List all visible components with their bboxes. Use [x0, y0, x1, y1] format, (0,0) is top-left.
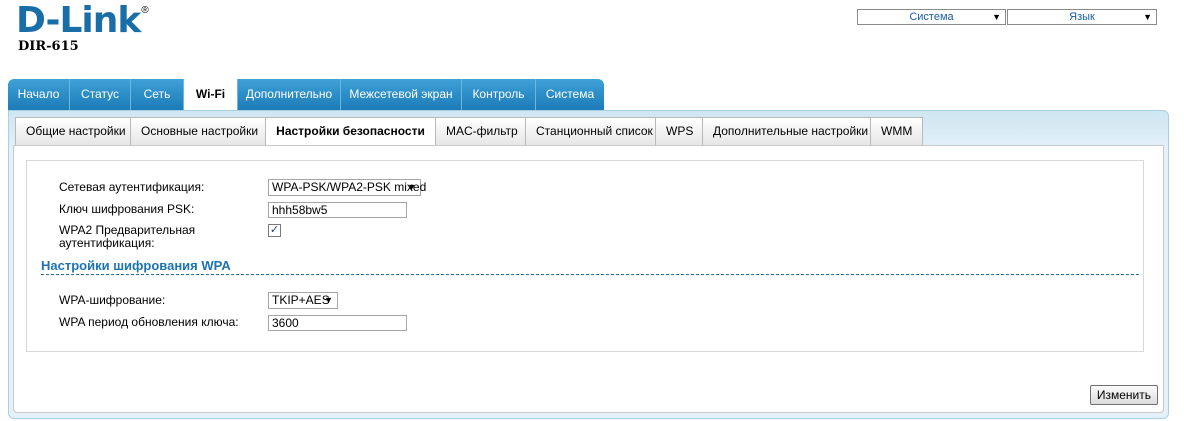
- logo-registered-mark: ®: [141, 5, 149, 16]
- tab-wps[interactable]: WPS: [655, 117, 703, 145]
- tab-security-settings[interactable]: Настройки безопасности: [265, 117, 436, 147]
- nav-item-wifi[interactable]: Wi-Fi: [184, 79, 238, 112]
- settings-panel: Общие настройки Основные настройки Настр…: [8, 110, 1169, 419]
- change-button[interactable]: Изменить: [1089, 385, 1158, 405]
- nav-item-status[interactable]: Статус: [70, 79, 131, 110]
- tab-advanced-settings[interactable]: Дополнительные настройки: [702, 117, 871, 145]
- tab-wmm[interactable]: WMM: [870, 117, 923, 145]
- chevron-down-icon: ▼: [407, 182, 416, 192]
- wifi-subtabs: Общие настройки Основные настройки Настр…: [15, 117, 923, 147]
- checkmark-icon: ✓: [269, 224, 280, 236]
- nav-item-advanced[interactable]: Дополнительно: [238, 79, 341, 110]
- tab-station-list[interactable]: Станционный список: [525, 117, 656, 145]
- nav-item-system[interactable]: Система: [536, 79, 604, 110]
- wpa-encryption-value: TKIP+AES: [272, 293, 330, 307]
- rekey-label: WPA период обновления ключа:: [59, 315, 239, 329]
- tab-mac-filter[interactable]: MAC-фильтр: [435, 117, 526, 145]
- device-model: DIR-615: [18, 39, 79, 54]
- auth-label: Сетевая аутентификация:: [59, 180, 205, 194]
- psk-input[interactable]: [268, 202, 407, 218]
- language-select[interactable]: Язык ▼: [1007, 9, 1157, 25]
- nav-item-control[interactable]: Контроль: [462, 79, 536, 110]
- language-value: Язык: [1069, 11, 1095, 23]
- tab-content: Сетевая аутентификация: WPA-PSK/WPA2-PSK…: [13, 145, 1164, 413]
- preauth-label-line2: аутентификация:: [59, 236, 155, 250]
- tab-general-settings[interactable]: Общие настройки: [15, 117, 131, 145]
- preauth-checkbox[interactable]: ✓: [268, 224, 281, 237]
- rekey-input[interactable]: [268, 315, 407, 331]
- chevron-down-icon: ▼: [992, 12, 1001, 22]
- nav-item-start[interactable]: Начало: [8, 79, 70, 110]
- chevron-down-icon: ▼: [324, 295, 333, 305]
- wpa-encryption-select[interactable]: TKIP+AES ▼: [268, 292, 338, 309]
- system-menu-value: Система: [909, 11, 954, 23]
- nav-item-network[interactable]: Сеть: [131, 79, 184, 110]
- dlink-logo: D-Link®: [16, 3, 149, 39]
- auth-select-value: WPA-PSK/WPA2-PSK mixed: [272, 180, 427, 194]
- chevron-down-icon: ▼: [1143, 12, 1152, 22]
- tab-basic-settings[interactable]: Основные настройки: [130, 117, 266, 145]
- section-divider: [41, 274, 1139, 275]
- main-nav: Начало Статус Сеть Wi-Fi Дополнительно М…: [8, 79, 604, 112]
- wpa-section-title: Настройки шифрования WPA: [41, 258, 231, 273]
- system-menu-select[interactable]: Система ▼: [857, 9, 1006, 25]
- wpa-encryption-label: WPA-шифрование:: [59, 293, 166, 307]
- logo-text: D-Link: [16, 0, 141, 41]
- nav-item-firewall[interactable]: Межсетевой экран: [341, 79, 462, 110]
- security-form: Сетевая аутентификация: WPA-PSK/WPA2-PSK…: [26, 160, 1144, 352]
- psk-label: Ключ шифрования PSK:: [59, 202, 195, 216]
- auth-select[interactable]: WPA-PSK/WPA2-PSK mixed ▼: [268, 179, 426, 196]
